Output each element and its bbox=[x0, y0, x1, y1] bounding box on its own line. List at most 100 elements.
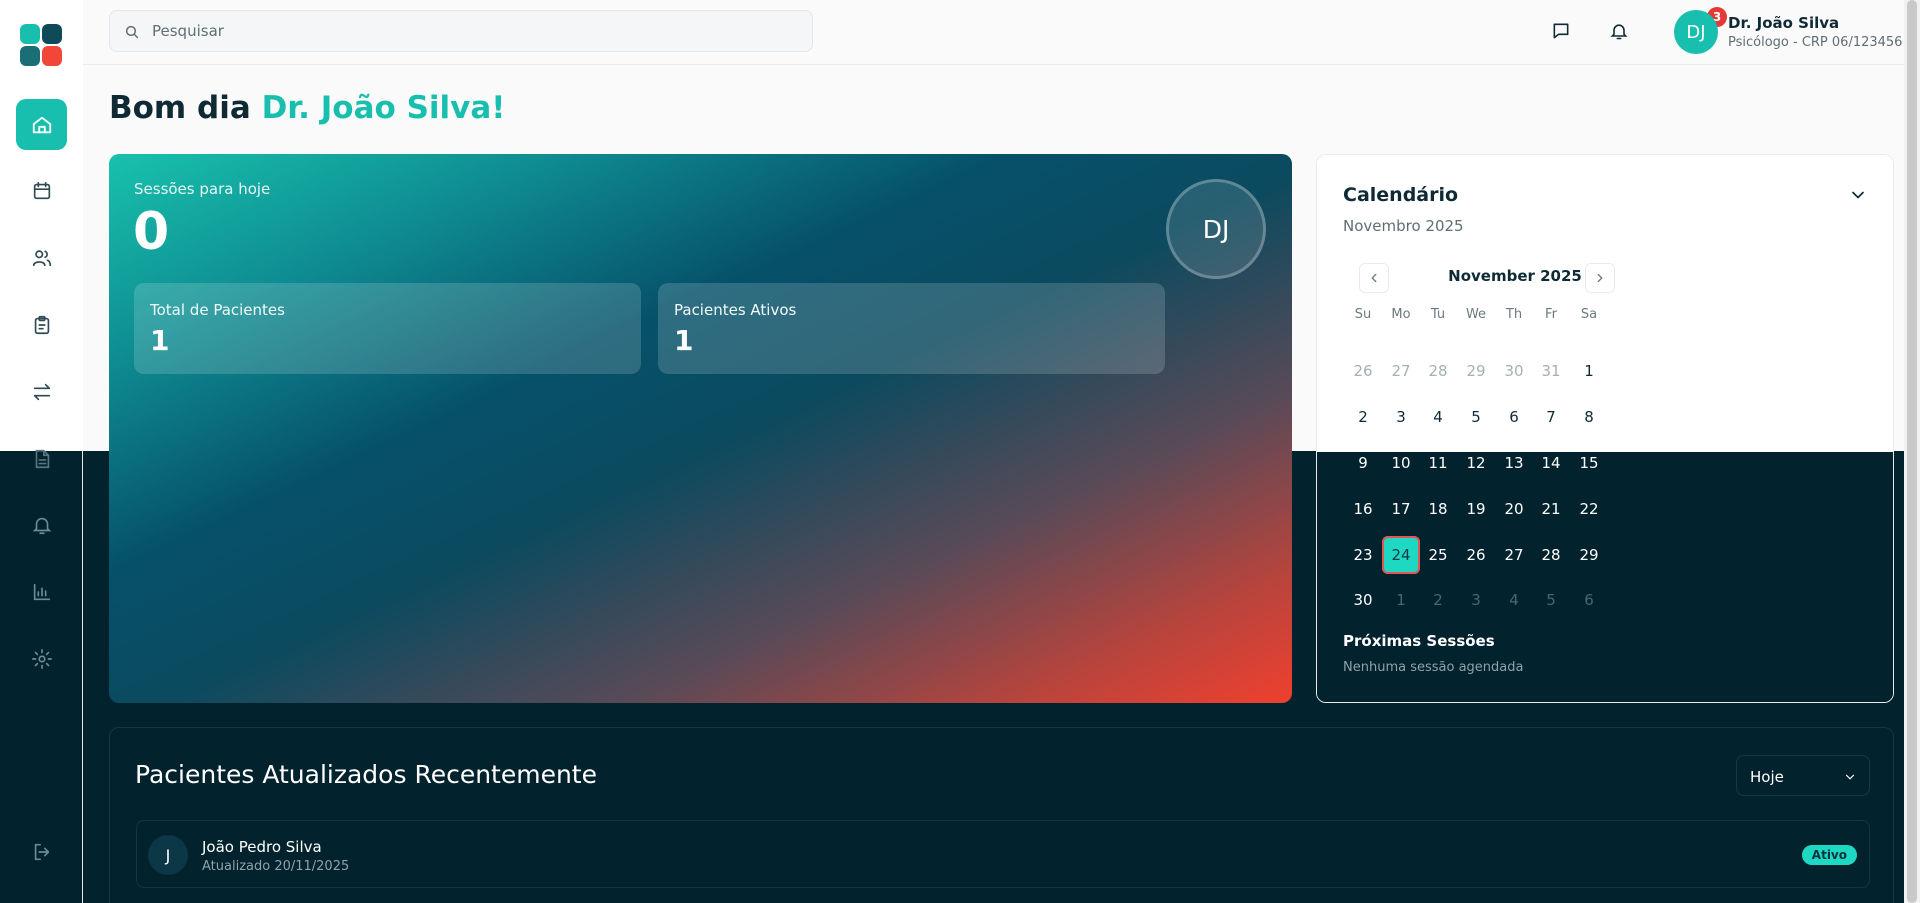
patient-row[interactable]: J João Pedro Silva Atualizado 20/11/2025… bbox=[136, 820, 1870, 888]
calendar-day[interactable]: 31 bbox=[1532, 352, 1570, 390]
stat-active-patients: Pacientes Ativos 1 bbox=[658, 283, 1165, 374]
calendar-day[interactable]: 15 bbox=[1570, 444, 1608, 482]
status-badge: Ativo bbox=[1801, 845, 1857, 865]
app-logo[interactable] bbox=[20, 24, 62, 66]
next-sessions-empty: Nenhuma sessão agendada bbox=[1343, 660, 1524, 675]
sidebar-item-notifications[interactable] bbox=[16, 499, 67, 550]
calendar-day[interactable]: 6 bbox=[1495, 398, 1533, 436]
sidebar-item-reports[interactable] bbox=[16, 566, 67, 617]
search-input[interactable] bbox=[152, 11, 792, 51]
search-box[interactable] bbox=[109, 10, 813, 52]
calendar-next-button[interactable] bbox=[1585, 263, 1615, 293]
user-name: Dr. João Silva bbox=[1728, 14, 1840, 32]
message-icon bbox=[1553, 23, 1569, 39]
calendar-subtitle: Novembro 2025 bbox=[1343, 217, 1464, 235]
calendar-day[interactable]: 13 bbox=[1495, 444, 1533, 482]
sessions-today-value: 0 bbox=[133, 202, 170, 262]
calendar-day[interactable]: 3 bbox=[1457, 581, 1495, 619]
calendar-day[interactable]: 25 bbox=[1419, 536, 1457, 574]
calendar-day[interactable]: 16 bbox=[1344, 490, 1382, 528]
calendar-card: Calendário Novembro 2025 November 2025 S… bbox=[1316, 154, 1894, 703]
calendar-day[interactable]: 4 bbox=[1495, 581, 1533, 619]
calendar-title: Calendário bbox=[1343, 184, 1459, 206]
calendar-day[interactable]: 12 bbox=[1457, 444, 1495, 482]
notifications-button[interactable] bbox=[1606, 18, 1632, 44]
sidebar-item-documents[interactable] bbox=[16, 433, 67, 484]
calendar-day[interactable]: 20 bbox=[1495, 490, 1533, 528]
calendar-day[interactable]: 5 bbox=[1457, 398, 1495, 436]
sidebar-item-patients[interactable] bbox=[16, 232, 67, 283]
scrollbar-thumb[interactable] bbox=[1907, 0, 1917, 903]
calendar-prev-button[interactable] bbox=[1359, 263, 1389, 293]
chevron-down-icon bbox=[1845, 774, 1855, 780]
calendar-day[interactable]: 28 bbox=[1419, 352, 1457, 390]
calendar-day[interactable]: 26 bbox=[1344, 352, 1382, 390]
calendar-month-label: November 2025 bbox=[1448, 267, 1582, 285]
settings-icon bbox=[31, 648, 52, 669]
document-icon bbox=[35, 449, 49, 468]
calendar-day[interactable]: 14 bbox=[1532, 444, 1570, 482]
weekday-label: Th bbox=[1505, 307, 1523, 322]
logout-button[interactable] bbox=[16, 826, 67, 877]
sessions-today-label: Sessões para hoje bbox=[134, 180, 271, 198]
period-select-value: Hoje bbox=[1750, 768, 1784, 786]
hero-avatar: DJ bbox=[1166, 179, 1266, 279]
greeting-name: Dr. João Silva! bbox=[261, 90, 506, 126]
page-scrollbar[interactable] bbox=[1904, 0, 1920, 903]
calendar-day[interactable]: 3 bbox=[1382, 398, 1420, 436]
calendar-day[interactable]: 30 bbox=[1344, 581, 1382, 619]
sidebar-item-records[interactable] bbox=[16, 299, 67, 350]
calendar-day[interactable]: 19 bbox=[1457, 490, 1495, 528]
calendar-day[interactable]: 1 bbox=[1570, 352, 1608, 390]
patient-name: João Pedro Silva bbox=[202, 838, 322, 856]
calendar-day[interactable]: 27 bbox=[1495, 536, 1533, 574]
bar-chart-icon bbox=[33, 583, 50, 600]
chevron-right-icon bbox=[1597, 273, 1603, 283]
bell-icon bbox=[1610, 24, 1628, 40]
user-avatar[interactable]: DJ bbox=[1674, 10, 1718, 54]
weekday-label: Tu bbox=[1430, 307, 1446, 322]
calendar-day[interactable]: 24 bbox=[1382, 536, 1420, 574]
calendar-day[interactable]: 21 bbox=[1532, 490, 1570, 528]
section-title: Pacientes Atualizados Recentemente bbox=[135, 760, 597, 789]
weekday-label: Fr bbox=[1545, 307, 1557, 322]
weekday-label: Mo bbox=[1391, 307, 1411, 322]
calendar-day[interactable]: 2 bbox=[1344, 398, 1382, 436]
calendar-day[interactable]: 29 bbox=[1457, 352, 1495, 390]
calendar-day[interactable]: 27 bbox=[1382, 352, 1420, 390]
calendar-day[interactable]: 8 bbox=[1570, 398, 1608, 436]
calendar-day[interactable]: 7 bbox=[1532, 398, 1570, 436]
sidebar-item-home[interactable] bbox=[16, 99, 67, 150]
today-summary-card: Sessões para hoje 0 DJ Total de Paciente… bbox=[109, 154, 1292, 703]
calendar-day[interactable]: 18 bbox=[1419, 490, 1457, 528]
weekday-label: We bbox=[1465, 307, 1487, 322]
bell-icon bbox=[32, 517, 51, 534]
calendar-day[interactable]: 5 bbox=[1532, 581, 1570, 619]
calendar-day[interactable]: 2 bbox=[1419, 581, 1457, 619]
messages-button[interactable] bbox=[1548, 18, 1574, 44]
stat-label: Pacientes Ativos bbox=[674, 301, 797, 319]
calendar-day[interactable]: 10 bbox=[1382, 444, 1420, 482]
search-icon bbox=[125, 25, 139, 39]
calendar-day[interactable]: 4 bbox=[1419, 398, 1457, 436]
calendar-day[interactable]: 30 bbox=[1495, 352, 1533, 390]
calendar-day[interactable]: 6 bbox=[1570, 581, 1608, 619]
stat-total-patients: Total de Pacientes 1 bbox=[134, 283, 641, 374]
calendar-day[interactable]: 23 bbox=[1344, 536, 1382, 574]
calendar-day[interactable]: 17 bbox=[1382, 490, 1420, 528]
chevron-down-icon[interactable] bbox=[1848, 185, 1868, 205]
calendar-day[interactable]: 28 bbox=[1532, 536, 1570, 574]
patient-updated: Atualizado 20/11/2025 bbox=[202, 859, 350, 874]
stat-label: Total de Pacientes bbox=[150, 301, 285, 319]
calendar-day[interactable]: 11 bbox=[1419, 444, 1457, 482]
calendar-day[interactable]: 22 bbox=[1570, 490, 1608, 528]
sidebar-item-transfers[interactable] bbox=[16, 366, 67, 417]
calendar-day[interactable]: 9 bbox=[1344, 444, 1382, 482]
sidebar-item-settings[interactable] bbox=[16, 633, 67, 684]
calendar-day[interactable]: 1 bbox=[1382, 581, 1420, 619]
calendar-day[interactable]: 26 bbox=[1457, 536, 1495, 574]
period-select[interactable]: Hoje bbox=[1736, 755, 1870, 796]
weekday-label: Sa bbox=[1580, 307, 1598, 322]
calendar-day[interactable]: 29 bbox=[1570, 536, 1608, 574]
sidebar-item-calendar[interactable] bbox=[16, 165, 67, 216]
